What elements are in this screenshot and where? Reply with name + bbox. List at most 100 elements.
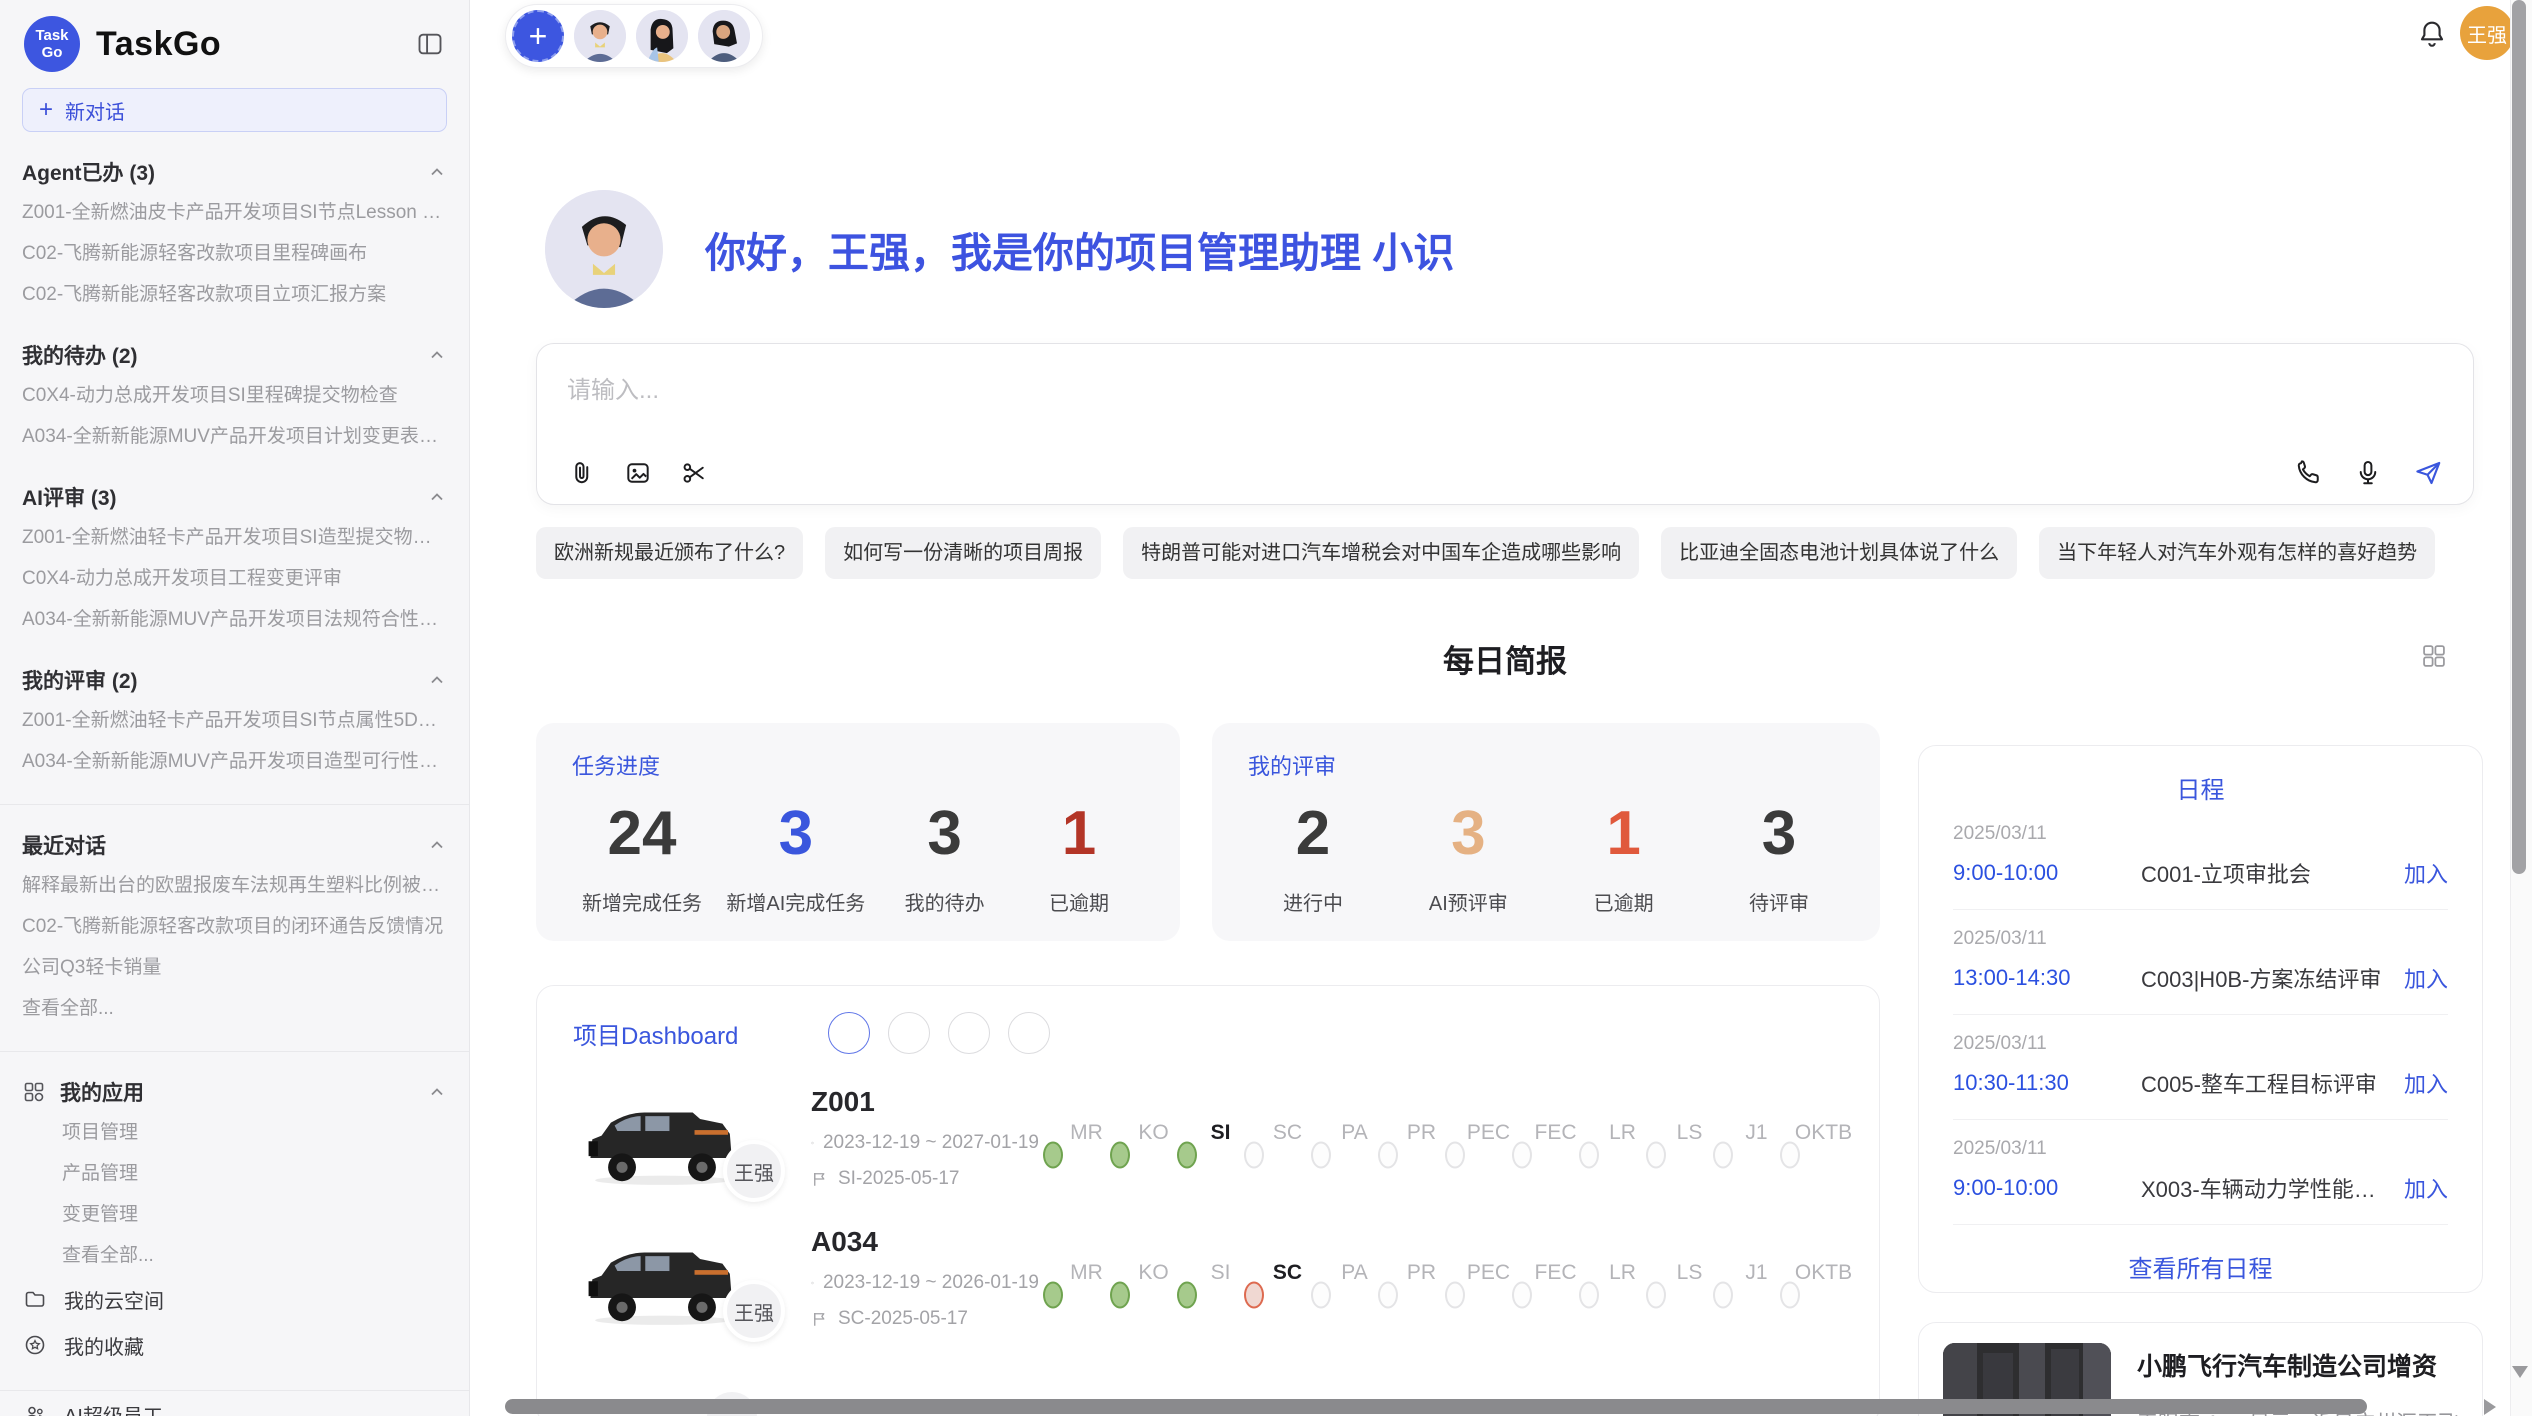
chevron-up-icon xyxy=(427,670,447,690)
sidebar-app-item[interactable]: 变更管理 xyxy=(22,1194,447,1235)
sidebar-conversation-item[interactable]: 公司Q3轻卡销量 xyxy=(22,947,447,988)
scissors-icon[interactable] xyxy=(679,458,709,488)
image-icon[interactable] xyxy=(623,458,653,488)
stat-item: 3 AI预评审 xyxy=(1413,795,1523,916)
sidebar-conversation-item[interactable]: 查看全部... xyxy=(22,988,447,1029)
logo-text-bottom: Go xyxy=(42,44,63,61)
join-button[interactable]: 加入 xyxy=(2404,962,2448,994)
send-icon[interactable] xyxy=(2413,458,2443,488)
milestone-dot xyxy=(1713,1282,1733,1309)
sidebar-conversation-item[interactable]: Z001-全新燃油皮卡产品开发项目SI节点Lesson Learn报告 xyxy=(22,192,447,233)
suggestion-chips: 欧洲新规最近颁布了什么? 如何写一份清晰的项目周报特朗普可能对进口汽车增税会对中国… xyxy=(536,527,2476,579)
people-icon xyxy=(22,1401,48,1416)
project-row-z001[interactable]: 王强 Z001 2023-12-19 ~ 2027-01-19 SI-2025-… xyxy=(537,1074,1879,1200)
chevron-up-icon xyxy=(427,345,447,365)
sidebar-item-cloud-space[interactable]: 我的云空间 xyxy=(22,1276,447,1322)
user-avatar[interactable]: 王强 xyxy=(2460,6,2514,60)
suggestion-chip[interactable]: 特朗普可能对进口汽车增税会对中国车企造成哪些影响 xyxy=(1123,527,1639,579)
sidebar-app-item[interactable]: 产品管理 xyxy=(22,1153,447,1194)
section-header-ai-review[interactable]: AI评审 (3) xyxy=(22,477,447,517)
schedule-event-title: C005-整车工程目标评审 xyxy=(2141,1067,2390,1099)
filter-chip[interactable] xyxy=(948,1012,990,1054)
sidebar-collapse-icon[interactable] xyxy=(415,29,445,59)
join-button[interactable]: 加入 xyxy=(2404,1067,2448,1099)
agent-avatar-pill: + xyxy=(505,4,763,68)
sidebar-conversation-item[interactable]: Z001-全新燃油轻卡产品开发项目SI造型提交物评审 xyxy=(22,517,447,558)
scroll-down-arrow-icon[interactable] xyxy=(2512,1366,2528,1378)
chat-input-box[interactable]: 请输入... xyxy=(536,343,2474,505)
section-header-my-todo[interactable]: 我的待办 (2) xyxy=(22,335,447,375)
section-header-recent[interactable]: 最近对话 xyxy=(22,825,447,865)
suggestion-chip[interactable]: 比亚迪全固态电池计划具体说了什么 xyxy=(1661,527,2017,579)
project-dates-text: 2023-12-19 ~ 2026-01-19 xyxy=(823,1272,1039,1294)
milestone-dot xyxy=(1713,1142,1733,1169)
sidebar-conversation-item[interactable]: C02-飞腾新能源轻客改款项目立项汇报方案 xyxy=(22,274,447,315)
vertical-scrollbar-thumb[interactable] xyxy=(2512,0,2526,874)
layout-grid-icon[interactable] xyxy=(2420,642,2448,670)
add-agent-button[interactable]: + xyxy=(512,10,564,62)
stat-item: 2 进行中 xyxy=(1258,795,1368,916)
sidebar-item-label: AI超级员工 xyxy=(64,1400,163,1416)
agent-avatar-3[interactable] xyxy=(698,10,750,62)
sidebar-conversation-item[interactable]: C0X4-动力总成开发项目SI里程碑提交物检查 xyxy=(22,375,447,416)
section-list-my-apps: 项目管理产品管理变更管理查看全部... xyxy=(22,1112,447,1276)
section-header-my-review[interactable]: 我的评审 (2) xyxy=(22,660,447,700)
filter-chip[interactable] xyxy=(888,1012,930,1054)
schedule-time: 9:00-10:00 xyxy=(1953,860,2141,886)
schedule-item: 2025/03/11 10:30-11:30 C005-整车工程目标评审 加入 xyxy=(1953,1015,2448,1120)
phone-icon[interactable] xyxy=(2293,458,2323,488)
sidebar-conversation-item[interactable]: A034-全新新能源MUV产品开发项目法规符合性评审 xyxy=(22,599,447,640)
stat-item: 1 已逾期 xyxy=(1024,795,1134,916)
microphone-icon[interactable] xyxy=(2353,458,2383,488)
join-button[interactable]: 加入 xyxy=(2404,857,2448,889)
stat-label: 待评审 xyxy=(1724,887,1834,916)
app-root: Task Go TaskGo + 新对话 Agent已办 (3) Z001-全新… xyxy=(0,0,2532,1416)
section-title: Agent已办 (3) xyxy=(22,157,155,187)
daily-briefing-title: 每日简报 xyxy=(536,636,2474,681)
sidebar-conversation-item[interactable]: C0X4-动力总成开发项目工程变更评审 xyxy=(22,558,447,599)
stat-item: 3 待评审 xyxy=(1724,795,1834,916)
agent-avatar-1[interactable] xyxy=(574,10,626,62)
stat-value: 1 xyxy=(1569,795,1679,873)
notification-bell-icon[interactable] xyxy=(2416,18,2448,50)
stat-label: 新增完成任务 xyxy=(582,887,702,916)
milestone: OKTB xyxy=(1790,1261,1857,1295)
agent-avatar-2[interactable] xyxy=(636,10,688,62)
new-chat-button[interactable]: + 新对话 xyxy=(22,88,447,132)
sidebar-conversation-item[interactable]: Z001-全新燃油轻卡产品开发项目SI节点属性5D文件评审 xyxy=(22,700,447,741)
project-code: Z001 xyxy=(811,1086,1039,1118)
milestone-dot xyxy=(1646,1282,1666,1309)
attachment-icon[interactable] xyxy=(567,458,597,488)
stat-label: AI预评审 xyxy=(1413,887,1523,916)
sidebar-conversation-item[interactable]: A034-全新新能源MUV产品开发项目造型可行性评审 xyxy=(22,741,447,782)
section-list-agent-done: Z001-全新燃油皮卡产品开发项目SI节点Lesson Learn报告C02-飞… xyxy=(22,192,447,315)
section-header-agent-done[interactable]: Agent已办 (3) xyxy=(22,152,447,192)
sidebar-app-item[interactable]: 项目管理 xyxy=(22,1112,447,1153)
sidebar-item-ai-super-staff[interactable]: AI超级员工 xyxy=(22,1391,447,1416)
schedule-event-title: C001-立项审批会 xyxy=(2141,857,2390,889)
milestone-dot xyxy=(1512,1142,1532,1169)
project-row-a034[interactable]: 王强 A034 2023-12-19 ~ 2026-01-19 SC-2025-… xyxy=(537,1214,1879,1340)
schedule-time: 10:30-11:30 xyxy=(1953,1070,2141,1096)
sidebar-item-favorites[interactable]: 我的收藏 xyxy=(22,1322,447,1368)
scroll-right-arrow-icon[interactable] xyxy=(2484,1399,2496,1415)
sidebar-app-item[interactable]: 查看全部... xyxy=(22,1235,447,1276)
chevron-up-icon xyxy=(427,487,447,507)
view-all-schedule-link[interactable]: 查看所有日程 xyxy=(1953,1249,2448,1284)
suggestion-chip[interactable]: 欧洲新规最近颁布了什么? xyxy=(536,527,803,579)
suggestion-chip[interactable]: 如何写一份清晰的项目周报 xyxy=(825,527,1101,579)
horizontal-scrollbar-thumb[interactable] xyxy=(505,1399,2367,1414)
sidebar-conversation-item[interactable]: C02-飞腾新能源轻客改款项目里程碑画布 xyxy=(22,233,447,274)
filter-chip[interactable] xyxy=(1008,1012,1050,1054)
divider xyxy=(0,1051,469,1052)
sidebar-conversation-item[interactable]: C02-飞腾新能源轻客改款项目的闭环通告反馈情况 xyxy=(22,906,447,947)
milestone-dot xyxy=(1311,1142,1331,1169)
suggestion-chip[interactable]: 当下年轻人对汽车外观有怎样的喜好趋势 xyxy=(2039,527,2435,579)
stat-value: 2 xyxy=(1258,795,1368,873)
sidebar-conversation-item[interactable]: A034-全新新能源MUV产品开发项目计划变更表编写 xyxy=(22,416,447,457)
schedule-item: 2025/03/11 9:00-10:00 C001-立项审批会 加入 xyxy=(1953,805,2448,910)
sidebar-conversation-item[interactable]: 解释最新出台的欧盟报废车法规再生塑料比例被调至15%... xyxy=(22,865,447,906)
section-header-my-apps[interactable]: 我的应用 xyxy=(22,1072,447,1112)
join-button[interactable]: 加入 xyxy=(2404,1172,2448,1204)
filter-chip[interactable] xyxy=(828,1012,870,1054)
